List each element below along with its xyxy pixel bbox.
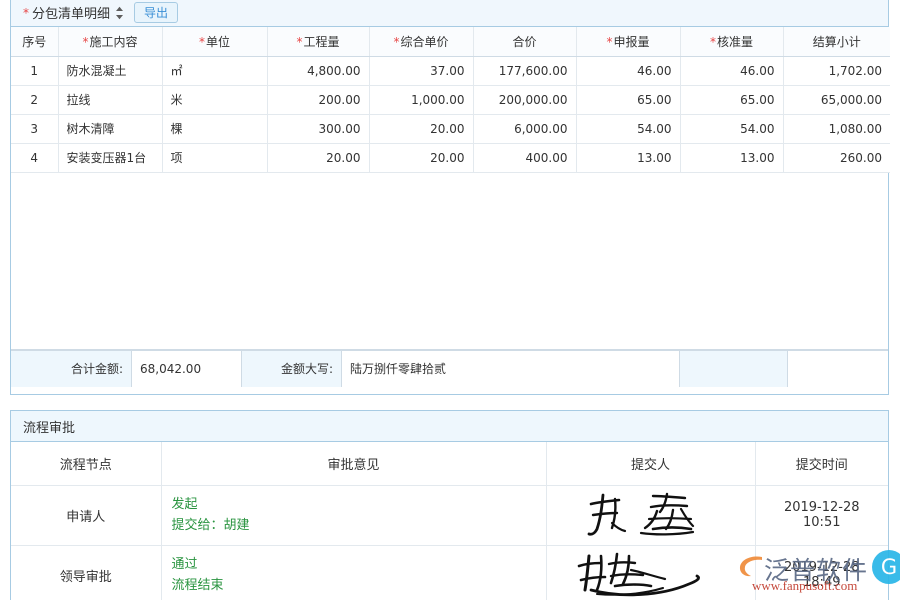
subcontract-detail-panel: * 分包清单明细 导出 序号 <box>10 0 889 395</box>
cell-subtotal: 1,080.00 <box>783 114 890 143</box>
cell-quantity: 20.00 <box>267 143 369 172</box>
col-header-subtotal: 结算小计 <box>783 27 890 56</box>
cell-approved: 46.00 <box>680 56 783 85</box>
table-row[interactable]: 1 防水混凝土 ㎡ 4,800.00 37.00 177,600.00 46.0… <box>11 56 890 85</box>
col-header-unit-price: *综合单价 <box>369 27 473 56</box>
col-header-flow-node: 流程节点 <box>11 442 161 485</box>
cell-declared: 65.00 <box>576 85 680 114</box>
amount-in-words-value: 陆万捌仟零肆拾贰 <box>342 351 680 387</box>
cell-unit: 米 <box>162 85 267 114</box>
total-amount-label: 合计金额: <box>11 351 132 387</box>
col-header-declared: *申报量 <box>576 27 680 56</box>
cell-quantity: 200.00 <box>267 85 369 114</box>
cell-approved: 65.00 <box>680 85 783 114</box>
flow-opinion-line2: 提交给：胡建 <box>172 515 536 536</box>
cell-index: 2 <box>11 85 58 114</box>
summary-spacer-white <box>788 351 888 387</box>
flow-header-row: 流程节点 审批意见 提交人 提交时间 <box>11 442 888 485</box>
required-star-icon: * <box>393 35 399 49</box>
table-row[interactable]: 3 树木清障 棵 300.00 20.00 6,000.00 54.00 54.… <box>11 114 890 143</box>
cell-approved: 54.00 <box>680 114 783 143</box>
flow-panel-title: 流程审批 <box>11 411 888 442</box>
export-button[interactable]: 导出 <box>134 2 178 23</box>
required-star-icon: * <box>710 35 716 49</box>
flow-signature-leader <box>546 545 755 600</box>
cell-approved: 13.00 <box>680 143 783 172</box>
col-header-unit: *单位 <box>162 27 267 56</box>
cell-total-price: 177,600.00 <box>473 56 576 85</box>
approval-flow-panel: 流程审批 流程节点 审批意见 提交人 提交时间 申请人 发起 <box>10 410 889 600</box>
flow-opinion-line1: 通过 <box>172 554 536 575</box>
cell-index: 3 <box>11 114 58 143</box>
amount-in-words-label: 金额大写: <box>242 351 342 387</box>
page-root: * 分包清单明细 导出 序号 <box>0 0 900 600</box>
table-row[interactable]: 2 拉线 米 200.00 1,000.00 200,000.00 65.00 … <box>11 85 890 114</box>
cell-total-price: 6,000.00 <box>473 114 576 143</box>
col-header-total-price: 合价 <box>473 27 576 56</box>
summary-row: 合计金额: 68,042.00 金额大写: 陆万捌仟零肆拾贰 <box>11 350 888 387</box>
cell-unit: ㎡ <box>162 56 267 85</box>
cell-unit-price: 20.00 <box>369 143 473 172</box>
col-header-submitter: 提交人 <box>546 442 755 485</box>
summary-spacer-blue <box>680 351 788 387</box>
required-star-icon: * <box>296 35 302 49</box>
table-row[interactable]: 4 安装变压器1台 项 20.00 20.00 400.00 13.00 13.… <box>11 143 890 172</box>
table-empty-area <box>11 173 888 350</box>
panel-title-text: 分包清单明细 <box>32 3 110 22</box>
flow-opinion-line1: 发起 <box>172 494 536 515</box>
cell-subtotal: 1,702.00 <box>783 56 890 85</box>
flow-node-name: 领导审批 <box>11 545 161 600</box>
required-star-icon: * <box>82 35 88 49</box>
total-amount-value: 68,042.00 <box>132 351 242 387</box>
flow-row: 申请人 发起 提交给：胡建 <box>11 485 888 545</box>
required-star-icon: * <box>23 7 29 19</box>
cell-quantity: 300.00 <box>267 114 369 143</box>
cell-index: 1 <box>11 56 58 85</box>
flow-signature-applicant <box>546 485 755 545</box>
handwritten-signature-icon <box>581 491 721 539</box>
table-header-row: 序号 *施工内容 *单位 *工程量 *综合单价 合价 <box>11 27 890 56</box>
cell-quantity: 4,800.00 <box>267 56 369 85</box>
sort-updown-glyph <box>115 6 124 20</box>
flow-opinion: 发起 提交给：胡建 <box>161 485 546 545</box>
panel-title: * 分包清单明细 <box>23 3 124 22</box>
flow-node-name: 申请人 <box>11 485 161 545</box>
flow-opinion: 通过 流程结束 <box>161 545 546 600</box>
cell-unit-price: 37.00 <box>369 56 473 85</box>
col-header-submit-time: 提交时间 <box>755 442 888 485</box>
flow-row: 领导审批 通过 流程结束 <box>11 545 888 600</box>
cell-total-price: 200,000.00 <box>473 85 576 114</box>
required-star-icon: * <box>606 35 612 49</box>
cell-unit-price: 1,000.00 <box>369 85 473 114</box>
subcontract-detail-table: 序号 *施工内容 *单位 *工程量 *综合单价 合价 <box>11 27 890 173</box>
cell-unit: 棵 <box>162 114 267 143</box>
cell-content: 安装变压器1台 <box>58 143 162 172</box>
flow-submit-time: 2019-12-28 10:51 <box>755 485 888 545</box>
detail-toolbar: * 分包清单明细 导出 <box>11 0 888 27</box>
handwritten-signature-icon <box>571 550 731 600</box>
cell-content: 防水混凝土 <box>58 56 162 85</box>
cell-subtotal: 260.00 <box>783 143 890 172</box>
col-header-opinion: 审批意见 <box>161 442 546 485</box>
col-header-quantity: *工程量 <box>267 27 369 56</box>
cell-declared: 46.00 <box>576 56 680 85</box>
col-header-index: 序号 <box>11 27 58 56</box>
flow-submit-time: 2019-12-28 18:49 <box>755 545 888 600</box>
sort-updown-icon[interactable] <box>115 6 124 20</box>
approval-flow-table: 流程节点 审批意见 提交人 提交时间 申请人 发起 提交给：胡建 <box>11 442 888 600</box>
cell-subtotal: 65,000.00 <box>783 85 890 114</box>
cell-index: 4 <box>11 143 58 172</box>
cell-unit-price: 20.00 <box>369 114 473 143</box>
cell-content: 拉线 <box>58 85 162 114</box>
col-header-approved: *核准量 <box>680 27 783 56</box>
cell-total-price: 400.00 <box>473 143 576 172</box>
cell-declared: 54.00 <box>576 114 680 143</box>
cell-content: 树木清障 <box>58 114 162 143</box>
required-star-icon: * <box>199 35 205 49</box>
cell-unit: 项 <box>162 143 267 172</box>
cell-declared: 13.00 <box>576 143 680 172</box>
flow-opinion-line2: 流程结束 <box>172 575 536 596</box>
col-header-content: *施工内容 <box>58 27 162 56</box>
